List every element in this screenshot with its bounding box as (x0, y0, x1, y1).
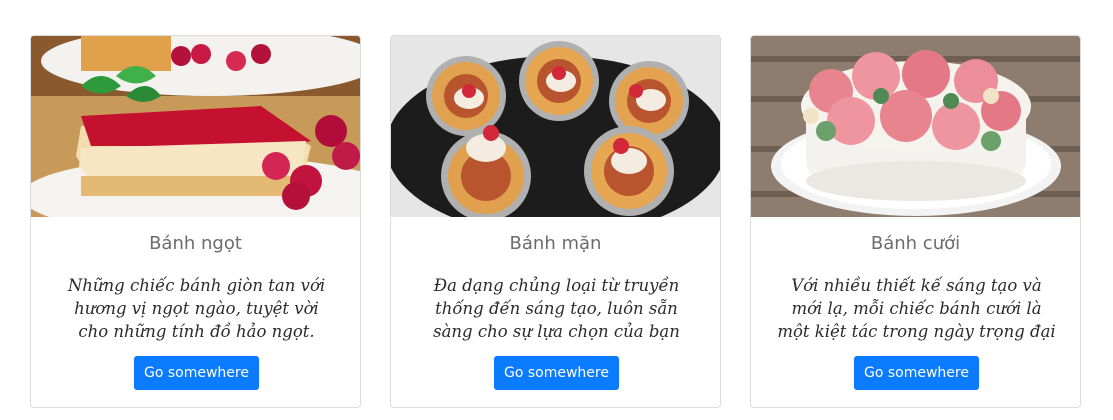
card-description: Với nhiều thiết kế sáng tạo và mới lạ, m… (777, 276, 1056, 341)
savory-tarts-image (391, 36, 720, 217)
product-card-banh-ngot: Bánh ngọt Những chiếc bánh giòn tan với … (30, 35, 361, 408)
card-description: Những chiếc bánh giòn tan với hương vị n… (67, 276, 326, 341)
card-title: Bánh cưới (870, 233, 961, 254)
card-title: Bánh ngọt (149, 233, 242, 254)
go-somewhere-button[interactable]: Go somewhere (494, 356, 619, 390)
cheesecake-image (31, 36, 360, 217)
go-somewhere-button[interactable]: Go somewhere (134, 356, 259, 390)
go-somewhere-button[interactable]: Go somewhere (854, 356, 979, 390)
wedding-cake-image (751, 36, 1080, 217)
product-card-banh-cuoi: Bánh cưới Với nhiều thiết kế sáng tạo và… (750, 35, 1081, 408)
product-card-banh-man: Bánh mặn Đa dạng chủng loại từ truyền th… (390, 35, 721, 408)
card-description: Đa dạng chủng loại từ truyền thống đến s… (433, 276, 680, 341)
card-title: Bánh mặn (509, 233, 602, 254)
